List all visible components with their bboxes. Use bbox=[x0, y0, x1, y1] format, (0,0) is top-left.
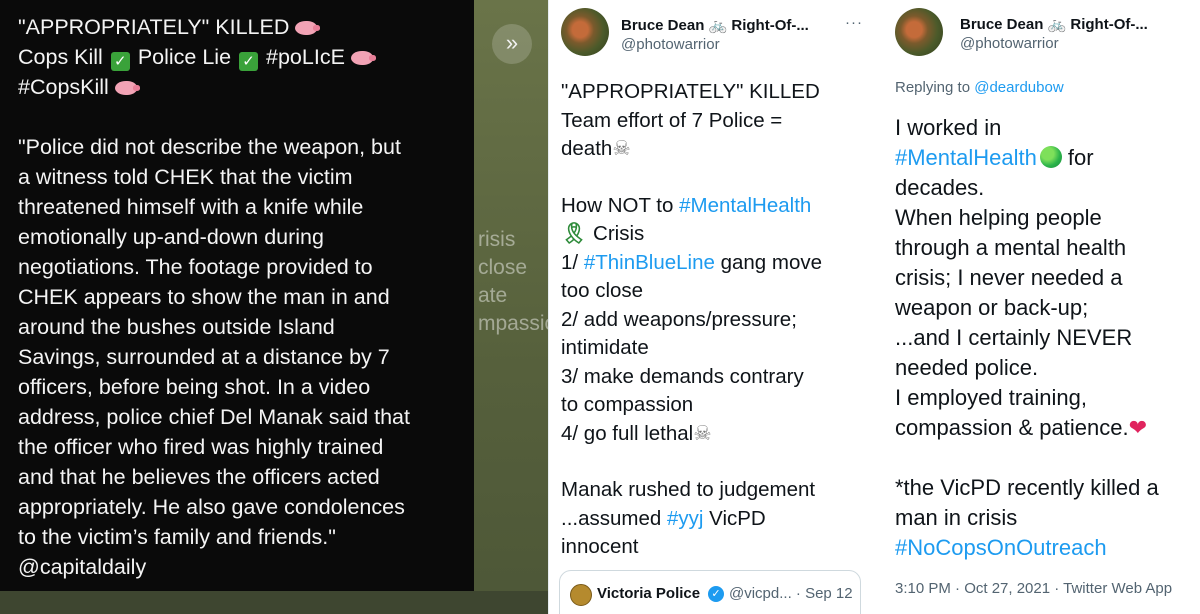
quote-line: emotionally up-and-down during bbox=[18, 225, 324, 249]
tweet-line: man in crisis bbox=[895, 505, 1018, 530]
tweet-line: innocent bbox=[561, 535, 639, 558]
tweet-line: 1/ bbox=[561, 250, 579, 274]
tweet-line: 2/ add weapons/pressure; bbox=[561, 307, 797, 331]
quote-line: around the bushes outside Island bbox=[18, 315, 335, 339]
tweet-line: ...assumed bbox=[561, 506, 662, 530]
tweet-line: 4/ go full lethal bbox=[561, 421, 694, 445]
quote-line: and that he believes the officers acted bbox=[18, 465, 380, 489]
quote-line: CHEK appears to show the man in and bbox=[18, 285, 390, 309]
victoria-police-badge-icon bbox=[570, 584, 592, 606]
tweet-line: 3/ make demands contrary bbox=[561, 364, 804, 388]
quote-line: "Police did not describe the weapon, but bbox=[18, 135, 401, 159]
replying-to-line: Replying to @deardubow bbox=[895, 79, 1064, 96]
hashtag-link[interactable]: #MentalHealth bbox=[679, 194, 811, 217]
double-chevron-right-icon[interactable]: » bbox=[492, 24, 532, 64]
tweet-line: "APPROPRIATELY" KILLED bbox=[561, 80, 820, 103]
pig-icon bbox=[114, 81, 140, 95]
quote-source: @capitaldaily bbox=[18, 555, 147, 579]
quote-line: negotiations. The footage provided to bbox=[18, 255, 373, 279]
quote-line: the officer who fired was highly trained bbox=[18, 435, 384, 459]
quoted-tweet-card[interactable]: Victoria Police ✓ @vicpd... · Sep 12 bbox=[559, 570, 861, 614]
avatar[interactable] bbox=[561, 8, 609, 56]
hashtag-link[interactable]: #yyj bbox=[667, 507, 703, 530]
author-handle[interactable]: @photowarrior bbox=[621, 36, 720, 53]
tweet-line: VicPD bbox=[709, 506, 766, 530]
tweet-text: "APPROPRIATELY" KILLED Team effort of 7 … bbox=[561, 78, 869, 562]
quote-line: officers, before being shot. In a video bbox=[18, 375, 371, 399]
quote-card-panel: risis close ate mpassio » "APPROPRIATELY… bbox=[0, 0, 548, 614]
quote-line: Savings, surrounded at a distance by 7 bbox=[18, 345, 390, 369]
pig-icon bbox=[295, 21, 321, 35]
card-hashtag: #CopsKill bbox=[18, 75, 109, 99]
hashtag-link[interactable]: #MentalHealth bbox=[895, 145, 1037, 170]
quoted-author-name: Victoria Police bbox=[597, 585, 701, 602]
quote-text-block: "APPROPRIATELY" KILLED Cops Kill ✓ Polic… bbox=[18, 12, 470, 582]
pig-icon bbox=[350, 51, 376, 65]
reply-mention-link[interactable]: @deardubow bbox=[974, 79, 1063, 96]
bottom-strip bbox=[0, 591, 548, 614]
tweet-line: gang move bbox=[720, 250, 823, 274]
tweet-line: I worked in bbox=[895, 115, 1002, 140]
tweet-line: through a mental health bbox=[895, 235, 1127, 260]
tweet-line: Manak rushed to judgement bbox=[561, 478, 816, 501]
tweet-line: decades. bbox=[895, 175, 985, 200]
tweet-line: to compassion bbox=[561, 393, 694, 416]
check-mark-icon: ✓ bbox=[110, 52, 130, 71]
hashtag-link[interactable]: #ThinBlueLine bbox=[584, 251, 715, 274]
tweet-line: *the VicPD recently killed a bbox=[895, 475, 1159, 500]
author-name[interactable]: Bruce Dean 🚲 Right-Of-... bbox=[621, 16, 809, 34]
tweet-timestamp[interactable]: 3:10 PM · Oct 27, 2021 · Twitter Web App bbox=[895, 580, 1172, 597]
quoted-author-handle: @vicpd... · Sep 12 bbox=[729, 585, 853, 602]
hashtag-link[interactable]: #NoCopsOnOutreach bbox=[895, 535, 1107, 560]
tweet-panel-2: Bruce Dean 🚲 Right-Of-... @photowarrior … bbox=[877, 0, 1200, 614]
tweet-line: weapon or back-up; bbox=[895, 295, 1089, 320]
quote-line: threatened himself with a knife while bbox=[18, 195, 364, 219]
quote-line: appropriately. He also gave condolences bbox=[18, 495, 405, 519]
tweet-line: Team effort of 7 Police = bbox=[561, 108, 783, 132]
card-headline: "APPROPRIATELY" KILLED bbox=[18, 15, 290, 39]
tweet-line: too close bbox=[561, 279, 644, 302]
replying-label: Replying to bbox=[895, 79, 971, 96]
heart-icon: ❤ bbox=[1128, 415, 1148, 440]
tweet-line: for bbox=[1067, 145, 1094, 170]
tweet-line: When helping people bbox=[895, 205, 1102, 230]
tweet-line: Crisis bbox=[593, 222, 645, 245]
author-handle[interactable]: @photowarrior bbox=[960, 35, 1059, 52]
author-name[interactable]: Bruce Dean 🚲 Right-Of-... bbox=[960, 15, 1148, 33]
avatar[interactable] bbox=[895, 8, 943, 56]
card-hashtag: #poLIcE bbox=[266, 45, 345, 69]
tweet-line: needed police. bbox=[895, 355, 1039, 380]
verified-badge-icon: ✓ bbox=[708, 586, 724, 602]
tweet-text: I worked in #MentalHealth for decades. Wh… bbox=[895, 113, 1195, 563]
check-mark-icon: ✓ bbox=[239, 52, 259, 71]
tweet-line: compassion & patience. bbox=[895, 415, 1129, 440]
more-options-icon[interactable]: ··· bbox=[845, 14, 863, 31]
card-text: Police Lie bbox=[137, 45, 232, 69]
tweet-line: intimidate bbox=[561, 336, 649, 359]
tweet-line: death bbox=[561, 137, 613, 160]
tweet-line: How NOT to bbox=[561, 193, 674, 217]
skull-icon: ☠ bbox=[693, 421, 712, 445]
quote-line: to the victim’s family and friends." bbox=[18, 525, 336, 549]
skull-icon: ☠ bbox=[612, 137, 631, 160]
tweet-line: ...and I certainly NEVER bbox=[895, 325, 1133, 350]
awareness-ribbon-icon: 🎗 bbox=[561, 222, 588, 245]
tweet-panel-1: Bruce Dean 🚲 Right-Of-... @photowarrior … bbox=[548, 0, 879, 614]
globe-icon bbox=[1039, 146, 1062, 168]
quote-line: a witness told CHEK that the victim bbox=[18, 165, 353, 189]
quote-line: address, police chief Del Manak said tha… bbox=[18, 405, 410, 429]
tweet-line: crisis; I never needed a bbox=[895, 265, 1123, 290]
card-text: Cops Kill bbox=[18, 45, 103, 69]
background-text-fragments: risis close ate mpassio bbox=[478, 228, 548, 335]
tweet-line: I employed training, bbox=[895, 385, 1087, 410]
